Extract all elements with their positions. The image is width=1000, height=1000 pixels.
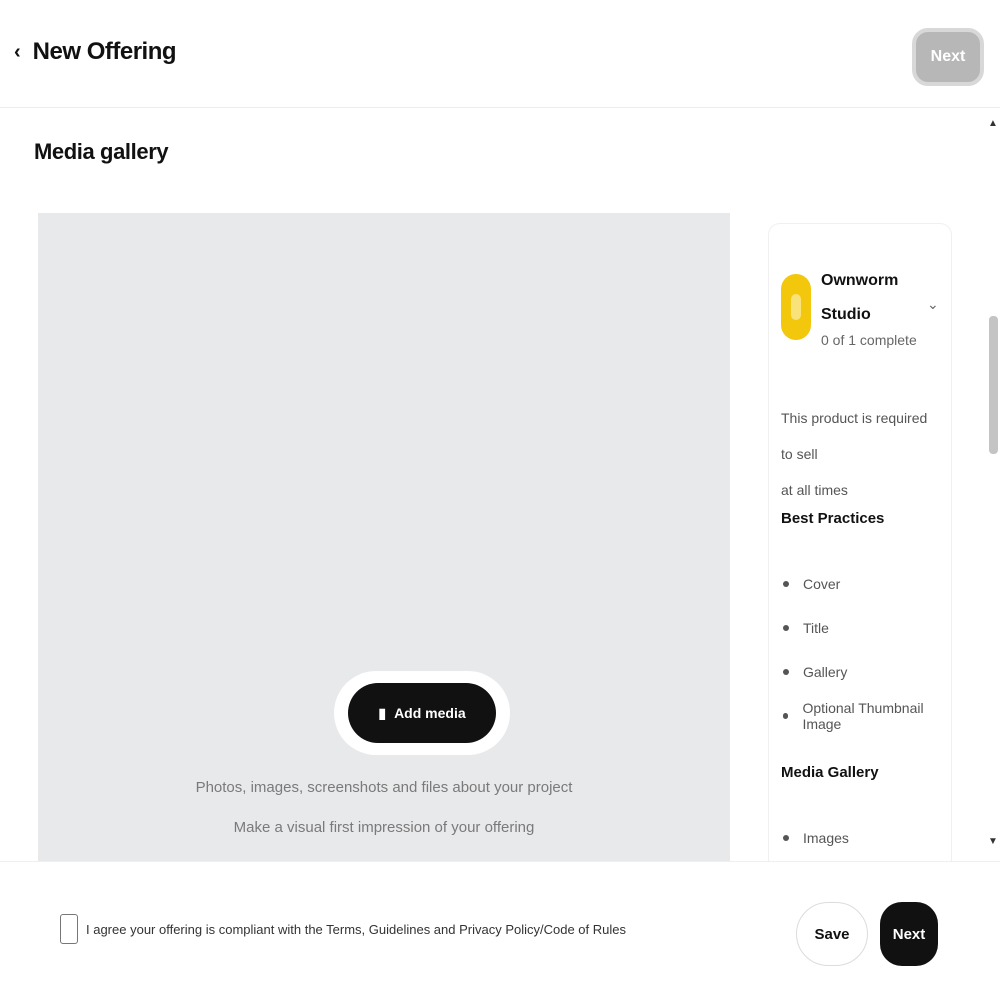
list-item[interactable]: Cover: [783, 562, 951, 606]
add-media-button[interactable]: ▮ Add media: [348, 683, 496, 743]
terms-checkbox[interactable]: [60, 914, 78, 944]
sidebar-note-line-1: This product is required to sell: [781, 410, 928, 462]
terms-text: I agree your offering is compliant with …: [86, 921, 627, 937]
scroll-thumb[interactable]: [989, 316, 998, 454]
tip-label: Gallery: [803, 664, 848, 680]
tip-label: Optional Thumbnail Image: [802, 700, 924, 732]
seller-name-line-1: Ownworm: [821, 272, 899, 289]
media-drop-zone[interactable]: ▮ Add media Photos, images, screenshots …: [38, 213, 730, 861]
tips-heading: Best Practices: [781, 510, 885, 527]
upload-hint-line-1: Photos, images, screenshots and files ab…: [195, 779, 573, 796]
scrollbar[interactable]: ▲ ▼: [986, 118, 1000, 858]
bullet-icon: [783, 625, 789, 631]
chevron-left-icon: ‹: [14, 40, 21, 63]
list-item[interactable]: Gallery: [783, 650, 951, 694]
media-item-label: Images: [803, 830, 849, 846]
seller-name: Ownworm Studio: [821, 264, 901, 332]
main-content: Media gallery ▮ Add media Photos, images…: [0, 109, 1000, 861]
bullet-icon: [783, 713, 789, 719]
list-item[interactable]: Images: [783, 816, 849, 860]
media-list: Images: [783, 816, 849, 860]
publish-button[interactable]: Next: [880, 902, 938, 966]
scroll-up-icon[interactable]: ▲: [988, 118, 998, 129]
tip-label: Cover: [803, 576, 841, 592]
tips-list: Cover Title Gallery Optional Thumbnail I…: [783, 562, 951, 738]
sidebar-panel: Ownworm Studio 0 of 1 complete ⌄ This pr…: [768, 223, 952, 861]
list-item[interactable]: Optional Thumbnail Image: [783, 694, 951, 738]
upload-icon: ▮: [378, 704, 387, 721]
seller-name-line-2: Studio: [821, 306, 871, 323]
section-title: Media gallery: [34, 139, 169, 164]
back-button[interactable]: ‹ New Offering: [14, 38, 177, 66]
upload-button-wrapper: ▮ Add media: [334, 671, 510, 755]
tip-label: Title: [803, 620, 829, 636]
bullet-icon: [783, 669, 789, 675]
top-bar: ‹ New Offering Next: [0, 0, 1000, 108]
upload-hint-line-2: Make a visual first impression of your o…: [233, 819, 535, 836]
sidebar-note: This product is required to sell at all …: [781, 400, 941, 508]
seller-card[interactable]: Ownworm Studio 0 of 1 complete ⌄: [779, 260, 945, 350]
bullet-icon: [783, 581, 789, 587]
page-title: New Offering: [32, 38, 177, 65]
chevron-down-icon[interactable]: ⌄: [927, 296, 939, 313]
terms-agreement[interactable]: I agree your offering is compliant with …: [60, 914, 626, 944]
seller-progress: 0 of 1 complete: [821, 332, 917, 348]
media-heading: Media Gallery: [781, 764, 879, 781]
scroll-down-icon[interactable]: ▼: [988, 836, 998, 847]
footer-bar: I agree your offering is compliant with …: [0, 861, 1000, 1000]
next-button[interactable]: Next: [912, 28, 984, 86]
avatar: [781, 274, 811, 340]
save-button[interactable]: Save: [796, 902, 868, 966]
add-media-label: Add media: [394, 705, 466, 721]
list-item[interactable]: Title: [783, 606, 951, 650]
sidebar-note-line-2: at all times: [781, 482, 848, 498]
bullet-icon: [783, 835, 789, 841]
